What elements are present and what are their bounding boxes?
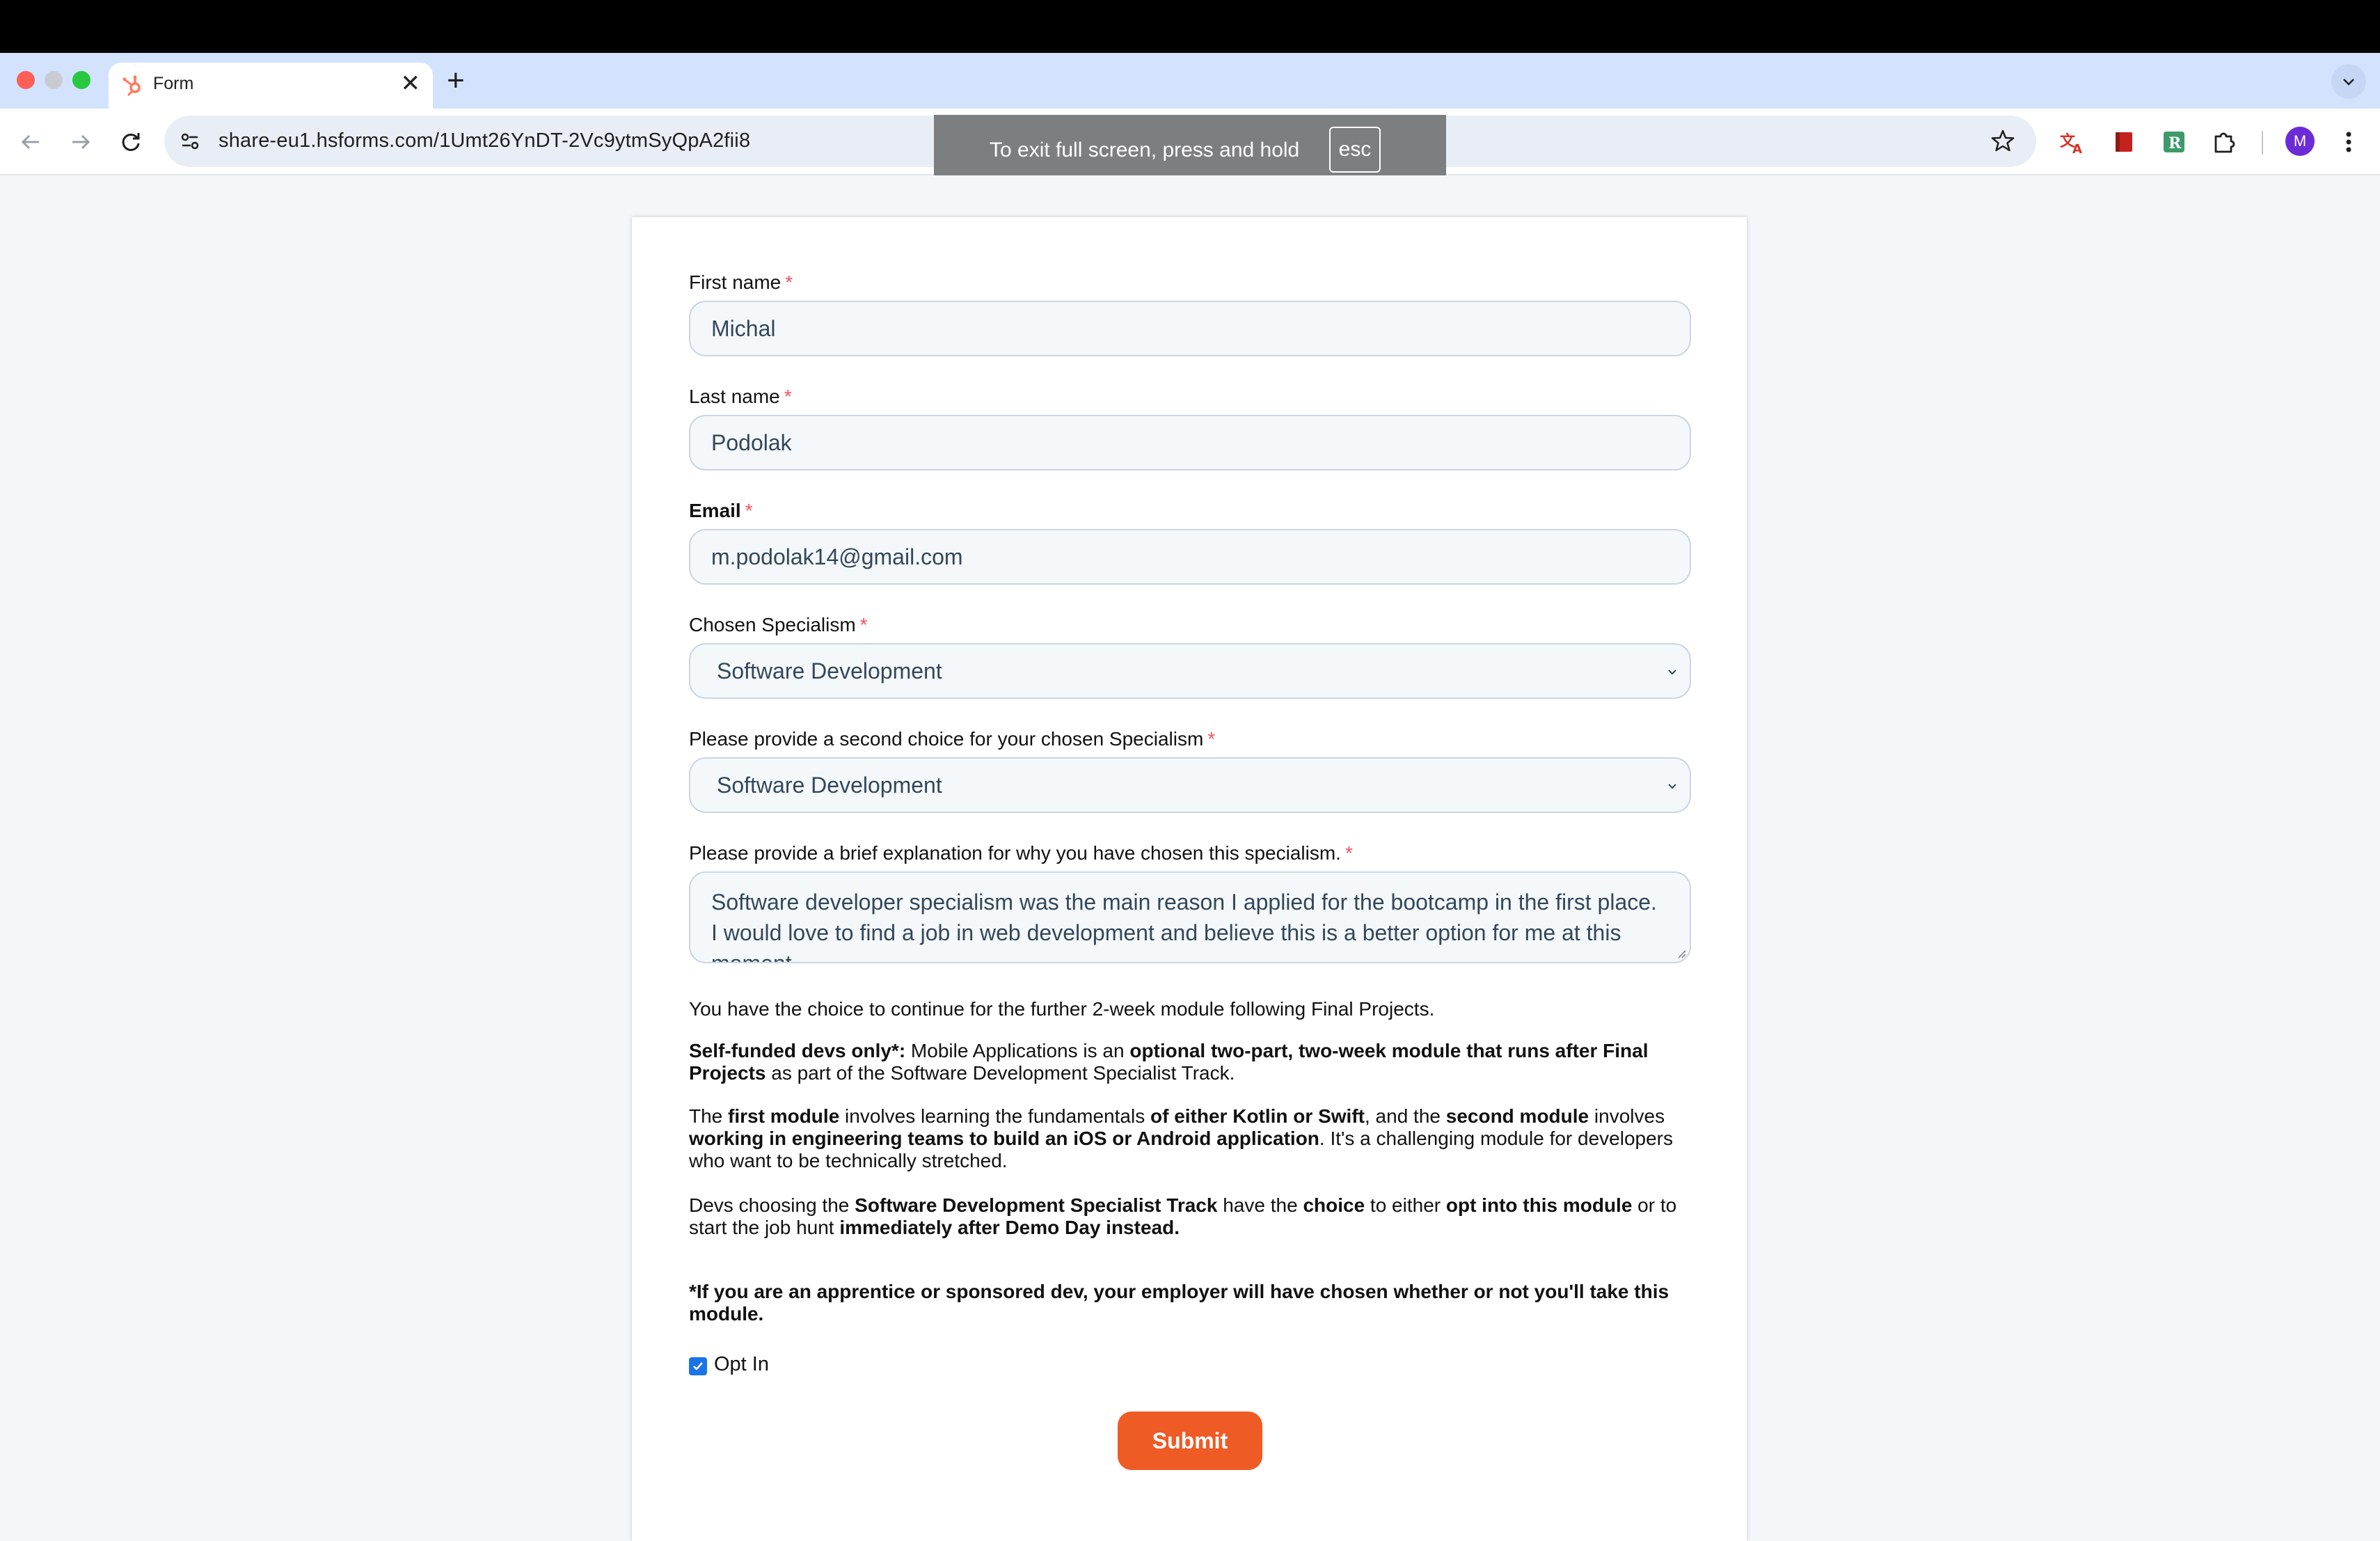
email-input[interactable]: m.podolak14@gmail.com [689,529,1691,585]
hubspot-icon [121,74,145,97]
last-name-label: Last name * [689,386,792,407]
specialism-label: Chosen Specialism * [689,614,868,635]
first-name-label: First name * [689,271,793,293]
new-tab-button[interactable]: + [447,64,465,97]
back-arrow-icon[interactable] [15,127,46,157]
fullscreen-toast-text: To exit full screen, press and hold [990,139,1300,161]
forward-arrow-icon[interactable] [65,127,96,157]
second-choice-select[interactable]: Software Development [689,757,1691,813]
explanation-textarea[interactable]: Software developer specialism was the ma… [689,871,1691,963]
chevron-down-icon [1668,670,1676,675]
svg-text:A: A [2072,142,2082,156]
explanation-text: Software developer specialism was the ma… [711,890,1657,963]
tab-search-button[interactable] [2331,64,2366,99]
tab-title: Form [153,74,194,93]
second-choice-value: Software Development [717,773,942,798]
chevron-down-icon [1668,784,1676,789]
esc-key-badge: esc [1329,127,1381,173]
opt-in-label[interactable]: Opt In [714,1353,769,1376]
explanation-label: Please provide a brief explanation for w… [689,842,1353,864]
tab-form[interactable]: Form ✕ [109,63,433,109]
bookmark-extension-icon[interactable] [2110,128,2138,156]
extensions-puzzle-icon[interactable] [2210,128,2238,156]
profile-avatar[interactable]: M [2285,127,2315,156]
resize-handle-icon[interactable] [1676,948,1687,959]
toolbar-divider [2262,131,2263,155]
svg-text:R: R [2168,134,2182,152]
specialism-value: Software Development [717,658,942,683]
window-minimize-button[interactable] [45,71,63,89]
first-name-input[interactable]: Michal [689,301,1691,356]
email-label: Email * [689,500,753,521]
self-funded-paragraph: Self-funded devs only*: Mobile Applicati… [689,1040,1649,1084]
window-fullscreen-button[interactable] [72,71,90,89]
chevron-down-icon [2343,79,2354,86]
fullscreen-toast: To exit full screen, press and hold esc [934,115,1446,185]
apprentice-note: *If you are an apprentice or sponsored d… [689,1281,1669,1325]
second-choice-label: Please provide a second choice for your … [689,728,1216,750]
bookmark-star-icon[interactable] [1990,128,2015,157]
track-choice-paragraph: Devs choosing the Software Development S… [689,1194,1677,1238]
submit-button[interactable]: Submit [1118,1412,1262,1470]
url-text: share-eu1.hsforms.com/1Umt26YnDT-2Vc9ytm… [219,129,751,152]
last-name-input[interactable]: Podolak [689,415,1691,471]
translate-icon[interactable]: 文A [2058,128,2086,157]
r-extension-icon[interactable]: R [2160,128,2188,156]
opt-in-checkbox[interactable] [689,1357,707,1375]
window-close-button[interactable] [17,71,35,89]
close-tab-icon[interactable]: ✕ [401,70,421,97]
modules-paragraph: The first module involves learning the f… [689,1105,1674,1171]
site-settings-icon[interactable] [178,129,202,157]
reload-icon[interactable] [116,127,146,157]
specialism-select[interactable]: Software Development [689,643,1691,699]
intro-text: You have the choice to continue for the … [689,998,1435,1020]
more-menu-icon[interactable] [2338,128,2359,156]
screen-top-bar [0,0,2380,53]
checkmark-icon [693,1362,703,1370]
